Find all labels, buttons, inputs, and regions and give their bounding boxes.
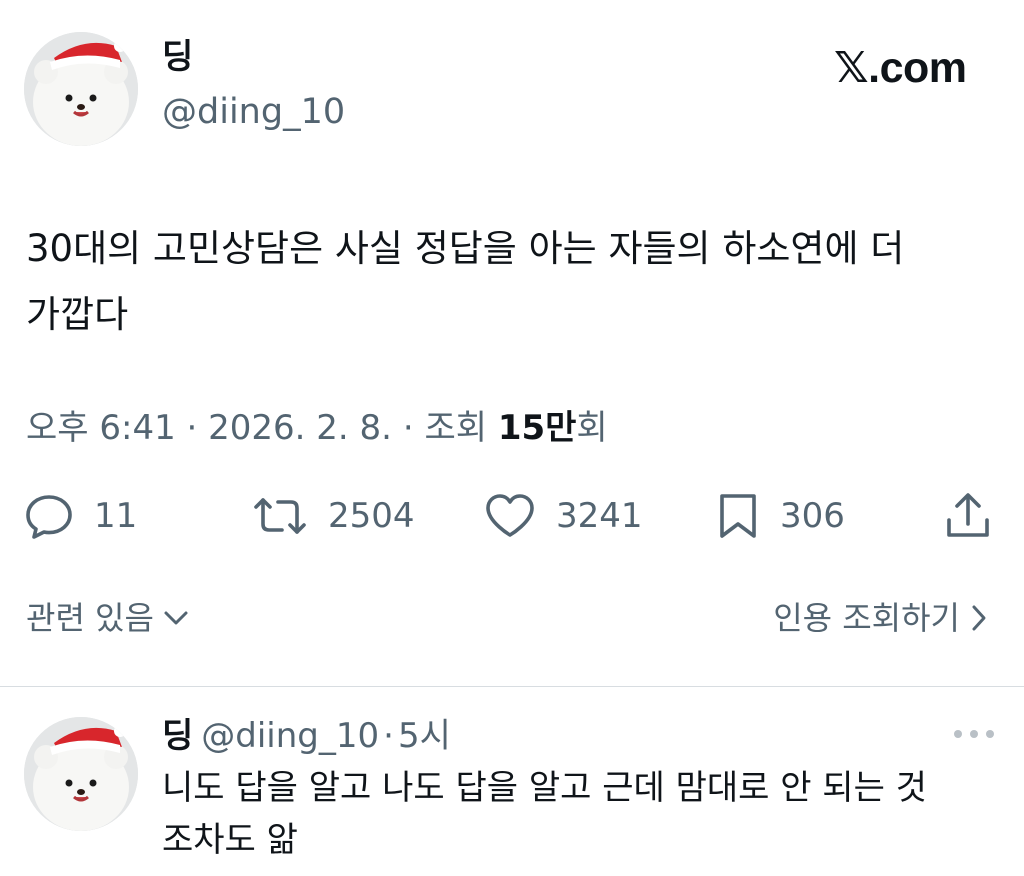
- section-divider: [0, 686, 1024, 687]
- meta-separator: ·: [186, 408, 198, 448]
- related-label: 관련 있음: [26, 599, 154, 637]
- author-handle[interactable]: @diing_10: [162, 95, 345, 130]
- tweet-text: 30대의 고민상담은 사실 정답을 아는 자들의 하소연에 더 가깝다: [26, 227, 917, 336]
- reply-author-avatar[interactable]: [24, 717, 138, 831]
- reply-author-handle[interactable]: @diing_10: [201, 716, 379, 756]
- view-quotes-link[interactable]: 인용 조회하기: [773, 602, 988, 634]
- related-toggle[interactable]: 관련 있음: [26, 602, 190, 634]
- heart-icon: [486, 494, 534, 537]
- author-display-name[interactable]: 딩: [162, 40, 193, 74]
- speech-bubble-icon: [26, 495, 72, 539]
- views-count[interactable]: 15만: [498, 408, 577, 448]
- chevron-down-icon: [164, 611, 188, 625]
- reply-text: 니도 답을 알고 나도 답을 알고 근데 맘대로 안 되는 것 조차도 앎: [162, 768, 927, 860]
- meta-separator: ·: [402, 408, 414, 448]
- share-upload-icon: [947, 493, 989, 537]
- like-button[interactable]: 3241: [484, 492, 643, 540]
- bookmark-icon: [720, 494, 756, 538]
- reply-header: 딩 @diing_10 · 5시: [162, 716, 451, 756]
- reply-separator: ·: [383, 716, 394, 756]
- dot: [970, 730, 978, 738]
- tweet-date[interactable]: 2026. 2. 8.: [208, 408, 392, 448]
- author-avatar[interactable]: [24, 32, 138, 146]
- tweet-time[interactable]: 오후 6:41: [26, 408, 176, 448]
- share-button[interactable]: [944, 492, 992, 540]
- x-logo-text: 𝕏.com: [834, 43, 967, 92]
- retweet-arrows-icon: [254, 498, 306, 534]
- dot: [986, 730, 994, 738]
- reply-count: 11: [94, 496, 138, 536]
- x-com-logo: 𝕏.com: [834, 46, 967, 90]
- dot: [954, 730, 962, 738]
- tweet-meta: 오후 6:41 · 2026. 2. 8. · 조회 15만회: [26, 406, 608, 450]
- reply-time[interactable]: 5시: [398, 716, 451, 756]
- bookmark-count: 306: [780, 496, 845, 536]
- retweet-button[interactable]: 2504: [252, 492, 415, 540]
- views-label: 조회: [424, 408, 487, 448]
- bookmark-button[interactable]: 306: [716, 492, 845, 540]
- reply-button[interactable]: 11: [24, 492, 137, 540]
- polar-bear-santa-hat-image: [24, 717, 138, 831]
- tweet-page: 딩 @diing_10 𝕏.com 30대의 고민상담은 사실 정답을 아는 자…: [0, 0, 1024, 876]
- views-suffix: 회: [576, 408, 608, 448]
- polar-bear-santa-hat-image: [24, 32, 138, 146]
- retweet-count: 2504: [328, 496, 415, 536]
- like-count: 3241: [556, 496, 643, 536]
- quote-label: 인용 조회하기: [773, 599, 960, 637]
- reply-author-name[interactable]: 딩: [162, 716, 193, 756]
- chevron-right-icon: [972, 605, 986, 631]
- more-dots-icon[interactable]: [954, 724, 994, 744]
